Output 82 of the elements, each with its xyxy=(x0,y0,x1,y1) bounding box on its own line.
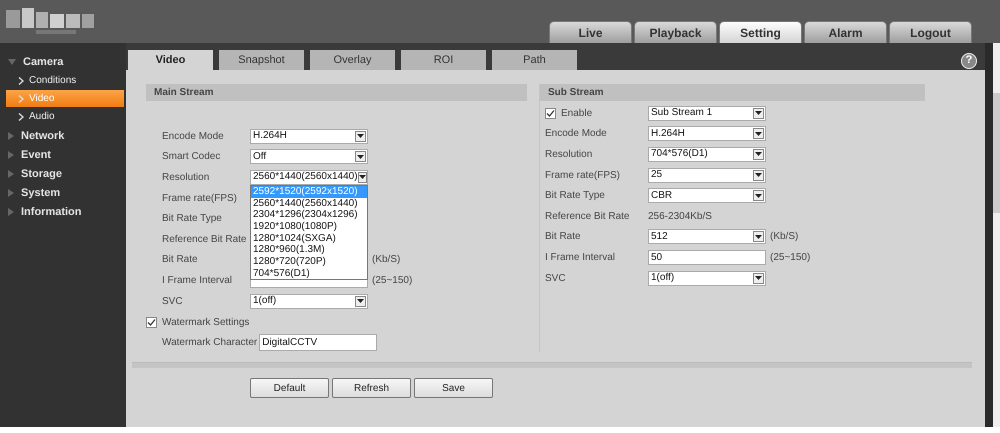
dropdown-option[interactable]: 2560*1440(2560x1440) xyxy=(251,198,367,210)
chevron-icon xyxy=(18,76,24,84)
action-button[interactable]: Save xyxy=(414,378,493,398)
input-field[interactable]: 50 xyxy=(648,250,766,265)
section-header: Main Stream xyxy=(146,84,527,101)
dropdown[interactable]: 1(off) xyxy=(250,294,368,309)
dropdown-option[interactable]: 1920*1080(1080P) xyxy=(251,221,367,233)
checkbox-label: Enable xyxy=(561,108,592,119)
field-label: I Frame Interval xyxy=(545,252,616,263)
logo-icon xyxy=(6,6,96,36)
tab[interactable]: Snapshot xyxy=(219,50,304,70)
tab[interactable]: ROI xyxy=(401,50,486,70)
dropdown-option[interactable]: 2304*1296(2304x1296) xyxy=(251,209,367,222)
sidebar-item[interactable]: Network xyxy=(0,126,126,145)
nav-tab[interactable]: Playback xyxy=(634,21,717,43)
unit-label: (Kb/S) xyxy=(770,231,798,242)
field-label: Resolution xyxy=(162,172,210,183)
sidebar-item[interactable]: Storage xyxy=(0,164,126,183)
field-label: Encode Mode xyxy=(162,130,225,142)
nav-tab[interactable]: Alarm xyxy=(804,21,887,43)
field-label: I Frame Interval xyxy=(162,274,234,286)
field-label: Smart Codec xyxy=(162,151,222,162)
unit-label: (Kb/S) xyxy=(372,254,400,266)
dropdown-option[interactable]: 1280*1024(SXGA) xyxy=(251,232,367,244)
dropdown[interactable]: H.264H xyxy=(648,126,766,142)
field-label: Reference Bit Rate xyxy=(162,234,248,245)
unit-label: (25~150) xyxy=(372,274,412,286)
dropdown-option[interactable]: 704*576(D1) xyxy=(251,268,367,280)
collapsed-triangle-icon xyxy=(8,188,14,196)
field-label: Reference Bit Rate xyxy=(545,210,630,222)
sidebar-item[interactable]: System xyxy=(0,183,126,202)
chevron-icon xyxy=(18,94,24,102)
dropdown[interactable]: CBR xyxy=(648,188,766,204)
checkbox[interactable] xyxy=(545,108,556,119)
chevron-icon xyxy=(18,112,24,120)
sidebar-item[interactable]: Information xyxy=(0,202,126,221)
dropdown[interactable]: Sub Stream 1 xyxy=(648,106,766,121)
collapsed-triangle-icon xyxy=(8,132,14,140)
tab[interactable]: Path xyxy=(492,50,577,70)
expanded-triangle-icon xyxy=(8,58,16,64)
field-label: Bit Rate Type xyxy=(545,190,606,202)
sidebar-subitem[interactable]: Audio xyxy=(6,108,124,125)
dropdown[interactable]: 704*576(D1) xyxy=(648,146,766,162)
collapsed-triangle-icon xyxy=(8,150,14,158)
collapsed-triangle-icon xyxy=(8,170,14,178)
nav-tab[interactable]: Setting xyxy=(719,21,802,43)
dropdown[interactable]: H.264H xyxy=(250,128,368,144)
field-label: Frame rate(FPS) xyxy=(545,170,622,181)
section-header: Sub Stream xyxy=(540,84,925,101)
dropdown-option[interactable]: 1280*720(720P) xyxy=(251,256,367,268)
dropdown[interactable]: 512 xyxy=(648,229,766,244)
field-label: Bit Rate xyxy=(545,231,582,242)
sidebar-item[interactable]: Camera xyxy=(0,52,126,71)
dropdown-option[interactable]: 1280*960(1.3M) xyxy=(251,244,367,256)
dropdown[interactable]: Off xyxy=(250,149,368,164)
checkbox-label: Watermark Settings xyxy=(162,316,250,328)
tab[interactable]: Overlay xyxy=(310,50,395,70)
field-label: SVC xyxy=(545,272,567,284)
help-icon[interactable]: ? xyxy=(961,52,977,68)
sidebar-subitem[interactable]: Conditions xyxy=(6,72,124,89)
field-label: Resolution xyxy=(545,148,594,160)
checkbox[interactable] xyxy=(146,316,157,328)
unit-label: (25~150) xyxy=(770,252,810,263)
field-label: Frame rate(FPS) xyxy=(162,192,238,204)
input-field[interactable]: DigitalCCTV xyxy=(259,334,378,351)
field-label: Bit Rate Type xyxy=(162,213,223,224)
nav-tab[interactable]: Logout xyxy=(889,21,972,43)
field-label: Bit Rate xyxy=(162,254,199,266)
collapsed-triangle-icon xyxy=(8,208,14,216)
scrollbar[interactable] xyxy=(993,43,1000,427)
field-value: 256-2304Kb/S xyxy=(648,210,712,222)
action-button[interactable]: Refresh xyxy=(332,378,411,398)
sidebar-item[interactable]: Event xyxy=(0,145,126,164)
dropdown[interactable]: 2560*1440(2560x1440) xyxy=(250,170,368,185)
dropdown[interactable]: 25 xyxy=(648,168,766,183)
action-button[interactable]: Default xyxy=(250,378,329,398)
field-label: SVC xyxy=(162,296,184,307)
nav-tab[interactable]: Live xyxy=(549,21,632,43)
dropdown[interactable]: 1(off) xyxy=(648,270,766,286)
field-label: Watermark Character xyxy=(162,336,258,348)
tab[interactable]: Video xyxy=(128,50,213,70)
field-label: Encode Mode xyxy=(545,128,608,140)
